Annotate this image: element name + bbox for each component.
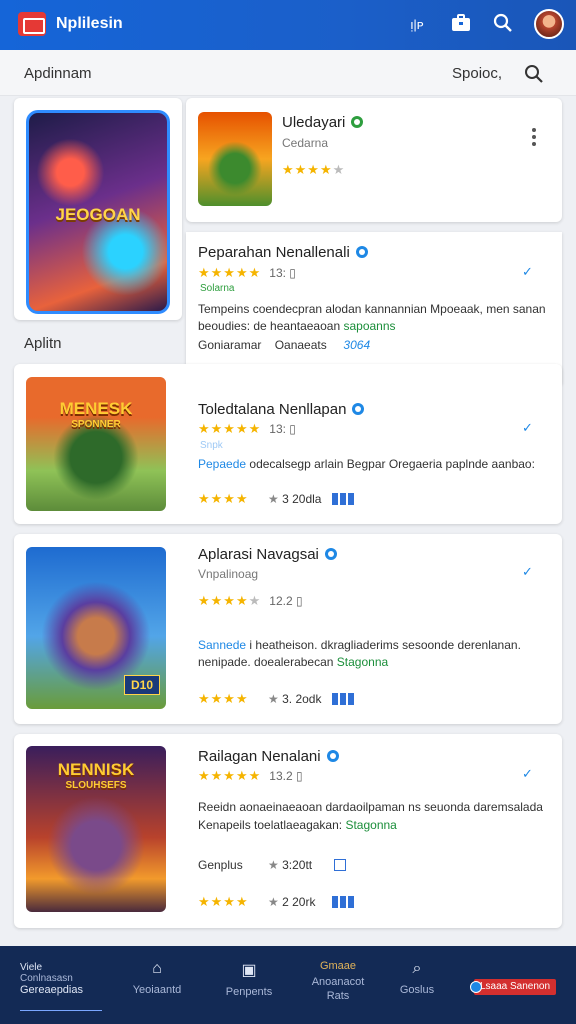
rating-stars: ★★★★★ 13.2 ▯ — [198, 768, 303, 783]
app-title: Peparahan Nenallenali — [198, 244, 368, 261]
nav-account-label-3: Rats — [326, 990, 350, 1002]
verified-icon — [324, 548, 337, 560]
section-label: Apdinnam — [24, 65, 92, 82]
mini-rating: ★★★★ — [198, 491, 249, 506]
nav-store-label: Yeoiaantd — [132, 984, 182, 996]
nav-home-label-2: Conlnasasn — [20, 973, 73, 984]
featured-app-art: JEOGOAN — [26, 110, 170, 314]
nav-account[interactable]: Gmaae Anoanacot Rats — [298, 946, 378, 1024]
verified-icon — [351, 116, 364, 128]
app-card[interactable]: NENNISK SLOUHSEFS Railagan Nenalani ★★★★… — [14, 734, 562, 928]
avatar[interactable] — [534, 9, 564, 39]
verified-icon — [355, 246, 368, 258]
briefcase-icon[interactable] — [448, 12, 474, 38]
app-info: Goniaramar Oanaeats 3064 — [198, 338, 371, 352]
rating-stars: ★★★★★ 13: ▯ — [198, 265, 296, 280]
app-art-subtext: SLOUHSEFS — [65, 780, 127, 791]
app-subtitle: Vnpalinoag — [198, 567, 259, 581]
app-description: Sannede i heatheison. dkragliaderims ses… — [198, 638, 521, 652]
app-title: Railagan Nenalani — [198, 748, 339, 765]
nav-account-label: Gmaae — [319, 960, 357, 972]
app-count: ★ 2 20rk — [268, 895, 316, 909]
rating-stars: ★★★★★ 12.2 ▯ — [198, 593, 303, 608]
app-tag: Solarna — [200, 283, 235, 294]
nav-images[interactable]: ▣ Penpents — [214, 946, 284, 1024]
section-header: Apdinnam Spoioc, — [0, 50, 576, 96]
store-icon: ⌂ — [152, 960, 162, 977]
installed-check-icon: ✓ — [522, 264, 533, 279]
installed-check-icon: ✓ — [522, 766, 533, 781]
grid-icon[interactable]: ᴉ|ᴘ — [404, 12, 430, 38]
app-thumbnail: NENNISK SLOUHSEFS — [26, 746, 166, 912]
stats-icon — [332, 693, 356, 705]
verified-icon — [326, 750, 339, 762]
app-count: ★ 3. 2odk — [268, 692, 322, 706]
app-thumbnail: MENESK SPONNER — [26, 377, 166, 511]
featured-art-text: JEOGOAN — [55, 205, 141, 224]
app-thumbnail — [198, 112, 272, 206]
app-logo-icon[interactable] — [18, 12, 46, 36]
nav-active-indicator — [20, 1010, 102, 1011]
app-description: Pepaede odecalsegp arlain Begpar Oregaer… — [198, 457, 535, 471]
app-info-count: ★ 3:20tt — [268, 858, 313, 872]
app-title: Uledayari — [282, 114, 364, 131]
mini-rating: ★★★★ — [198, 691, 249, 706]
verified-icon — [352, 403, 365, 415]
side-section-label: Aplitn — [24, 335, 62, 352]
app-description: Tempeins coendecpran alodan kannannian M… — [198, 302, 546, 316]
app-card[interactable]: Peparahan Nenallenali ★★★★★ 13: ▯ Solarna… — [186, 232, 562, 384]
featured-app-card[interactable]: JEOGOAN — [14, 98, 182, 320]
app-description-2: Kenapeils toelatlaeagakan: Stagonna — [198, 818, 397, 832]
search-icon: ⌕ — [412, 960, 422, 977]
nav-search[interactable]: ⌕ Goslus — [386, 946, 448, 1024]
nav-store[interactable]: ⌂ Yeoiaantd — [122, 946, 192, 1024]
image-icon: ▣ — [241, 962, 257, 979]
app-card[interactable]: D10 Aplarasi Navagsai Vnpalinoag ★★★★★ 12… — [14, 534, 562, 724]
app-art-subtext: SPONNER — [71, 419, 121, 430]
app-description: Reeidn aonaeinaeaoan dardaoilpaman ns se… — [198, 800, 543, 814]
app-tag: Snpk — [200, 440, 223, 451]
app-title: Aplarasi Navagsai — [198, 546, 337, 563]
app-card[interactable]: MENESK SPONNER Toledtalana Nenllapan ★★★… — [14, 364, 562, 524]
app-title: Toledtalana Nenllapan — [198, 401, 365, 418]
installed-check-icon: ✓ — [522, 420, 533, 435]
app-description-2: nenipade. doealerabecan Stagonna — [198, 655, 389, 669]
rating-stars: ★★★★★ — [282, 162, 346, 177]
app-subtitle: Cedarna — [282, 136, 329, 150]
sort-button[interactable]: Spoioc, — [452, 65, 502, 82]
stats-icon — [332, 896, 356, 908]
app-art-badge: D10 — [123, 675, 160, 695]
app-art-text: MENESK — [59, 399, 133, 418]
checkbox[interactable] — [334, 859, 346, 871]
nav-images-label: Penpents — [225, 986, 273, 998]
search-icon[interactable] — [490, 12, 516, 38]
section-search-icon[interactable] — [522, 62, 546, 86]
stats-icon — [332, 493, 356, 505]
app-art-text: NENNISK — [57, 760, 135, 779]
mini-rating: ★★★★ — [198, 894, 249, 909]
app-description-2: beoudies: de heantaeaoan sapoanns — [198, 319, 396, 333]
app-info: Genplus — [198, 858, 243, 872]
installed-check-icon: ✓ — [522, 564, 533, 579]
app-count: ★ 3 20dla — [268, 492, 322, 506]
app-thumbnail: D10 — [26, 547, 166, 709]
nav-account-label-2: Anoanacot — [311, 976, 365, 988]
nav-home-label-3: Gereaepdias — [20, 984, 83, 996]
nav-home-label-1: Viele — [20, 962, 43, 973]
rating-stars: ★★★★★ 13: ▯ — [198, 421, 296, 436]
nav-home[interactable]: Viele Conlnasasn Gereaepdias — [20, 946, 102, 1024]
nav-search-label: Goslus — [399, 984, 435, 996]
more-options-icon[interactable] — [532, 128, 536, 146]
app-title: Nplilesin — [56, 15, 123, 32]
cta-button[interactable]: Lsaaa Sanenon — [470, 979, 556, 995]
app-bar: Nplilesin ᴉ|ᴘ — [0, 0, 576, 50]
app-card[interactable]: Uledayari Cedarna ★★★★★ — [186, 98, 562, 222]
